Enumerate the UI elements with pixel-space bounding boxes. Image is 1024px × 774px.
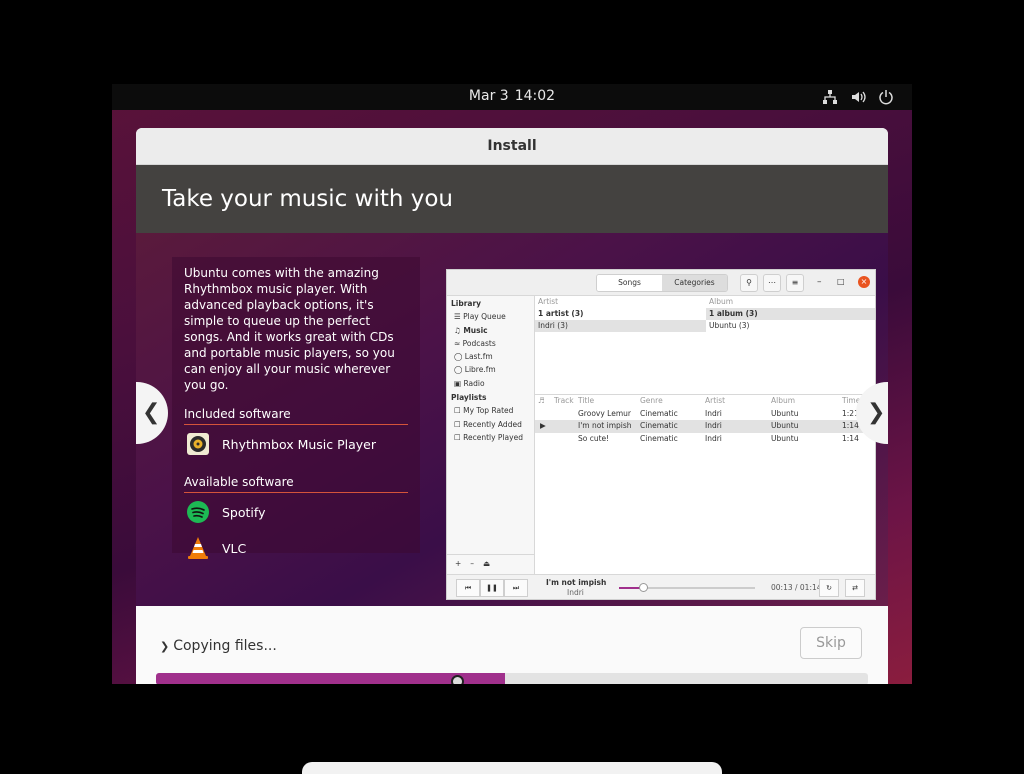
software-name: VLC	[222, 540, 247, 556]
repeat-icon: ↻	[819, 579, 839, 597]
playlists-label: Playlists	[451, 393, 487, 403]
volume-icon[interactable]	[851, 89, 867, 105]
artist-column: Artist 1 artist (3) Indri (3)	[535, 296, 706, 332]
chevron-right-icon: ❯	[160, 640, 170, 653]
power-icon[interactable]	[878, 89, 894, 105]
table-row: Groovy Lemur Cinematic Indri Ubuntu 1:21	[578, 408, 859, 418]
more-icon: ⋯	[763, 274, 781, 292]
clock[interactable]: Mar 3 14:02	[112, 88, 912, 104]
install-status-area: ❯ Copying files... Skip	[136, 606, 888, 684]
seek-handle	[639, 583, 649, 592]
search-icon: ⚲	[740, 274, 758, 292]
slide-text-panel: Ubuntu comes with the amazing Rhythmbox …	[172, 257, 420, 559]
speaker-icon: ♬	[538, 396, 545, 405]
album-row: Ubuntu (3)	[709, 321, 750, 330]
sidebar-item: ≈ Podcasts	[454, 338, 496, 348]
top-bar: Mar 3 14:02	[112, 84, 912, 110]
chevron-left-icon: ❮	[142, 400, 161, 425]
track-list: ♬ Track Title Genre Artist Album Time Gr…	[535, 394, 875, 574]
next-icon: ⏭	[504, 579, 528, 597]
album-row: 1 album (3)	[706, 308, 875, 320]
artist-row: 1 artist (3)	[538, 309, 584, 318]
sidebar-toolbar: +–⏏	[447, 554, 535, 574]
artist-header: Artist	[538, 297, 559, 306]
pause-icon: ❚❚	[480, 579, 504, 597]
sidebar-item: ▣ Radio	[454, 378, 485, 388]
sidebar-item: ☐ Recently Added	[454, 419, 522, 429]
album-column: Album 1 album (3) Ubuntu (3)	[706, 296, 875, 332]
busy-cursor-icon	[451, 675, 464, 684]
install-status-text: Copying files...	[173, 638, 277, 654]
installer-window: Install Take your music with you Ubuntu …	[136, 128, 888, 684]
playing-icon: ▶	[540, 421, 546, 430]
player-controls: ⏮ ❚❚ ⏭ I'm not impish Indri 00:13 / 01:1…	[447, 574, 875, 599]
slide-heading: Take your music with you	[136, 165, 888, 233]
rhythmbox-sidebar: Library ☰ Play Queue ♫ Music ≈ Podcasts …	[447, 296, 535, 574]
software-name: Spotify	[222, 504, 266, 520]
desktop-screen: Mar 3 14:02 Install Take your music with …	[112, 84, 912, 684]
maximize-icon: □	[837, 277, 845, 286]
slideshow: Ubuntu comes with the amazing Rhythmbox …	[136, 233, 888, 606]
minimize-icon: –	[817, 277, 822, 287]
rhythmbox-view-tabs: Songs Categories	[596, 274, 728, 292]
rhythmbox-headerbar: Songs Categories ⚲ ⋯ ≡ – □ ×	[447, 270, 875, 296]
sidebar-item: ♫ Music	[454, 325, 488, 335]
spotify-icon	[187, 501, 209, 523]
available-software-label: Available software	[184, 475, 408, 493]
sidebar-item: ◯ Last.fm	[454, 352, 493, 362]
sidebar-item: ☐ Recently Played	[454, 432, 523, 442]
track-header-row: ♬ Track Title Genre Artist Album Time	[535, 395, 875, 408]
menu-icon: ≡	[786, 274, 804, 292]
install-status-toggle[interactable]: ❯ Copying files...	[160, 638, 277, 654]
clock-date: Mar 3	[468, 88, 509, 104]
vlc-icon	[188, 537, 208, 559]
software-item: Rhythmbox Music Player	[184, 427, 408, 461]
now-playing-title: I'm not impish	[546, 578, 607, 587]
sidebar-item: ◯ Libre.fm	[454, 365, 496, 375]
table-row: ▶ I'm not impish Cinematic Indri Ubuntu 1:14	[535, 420, 875, 433]
chevron-right-icon: ❯	[867, 400, 886, 425]
playback-time: 00:13 / 01:14	[771, 583, 822, 592]
tab-songs: Songs	[597, 275, 662, 291]
skip-button[interactable]: Skip	[800, 627, 862, 659]
artist-row: Indri (3)	[535, 320, 706, 332]
table-row: So cute! Cinematic Indri Ubuntu 1:14	[578, 433, 859, 443]
software-name: Rhythmbox Music Player	[222, 436, 377, 452]
network-icon[interactable]	[822, 89, 838, 105]
now-playing-artist: Indri	[567, 588, 584, 597]
shuffle-icon: ⇄	[845, 579, 865, 597]
rhythmbox-icon	[187, 433, 209, 455]
tab-categories: Categories	[662, 275, 727, 291]
close-icon: ×	[858, 276, 870, 288]
software-item: Spotify	[184, 495, 408, 529]
dock-edge	[302, 762, 722, 774]
included-software-label: Included software	[184, 407, 408, 425]
clock-time: 14:02	[514, 88, 556, 104]
previous-icon: ⏮	[456, 579, 480, 597]
install-progress-bar	[156, 673, 868, 684]
library-label: Library	[451, 299, 482, 308]
previous-slide-button[interactable]: ❮	[136, 382, 168, 444]
window-title: Install	[136, 128, 888, 165]
sidebar-item: ☐ My Top Rated	[454, 406, 514, 416]
rhythmbox-browser: Artist 1 artist (3) Indri (3) Album 1 al…	[535, 296, 875, 394]
sidebar-item: ☰ Play Queue	[454, 312, 506, 322]
seek-bar	[619, 583, 755, 592]
rhythmbox-screenshot: Songs Categories ⚲ ⋯ ≡ – □ × Library ☰ P…	[446, 269, 876, 600]
slide-description: Ubuntu comes with the amazing Rhythmbox …	[184, 266, 395, 392]
software-item: VLC	[184, 531, 408, 565]
album-header: Album	[709, 297, 734, 306]
